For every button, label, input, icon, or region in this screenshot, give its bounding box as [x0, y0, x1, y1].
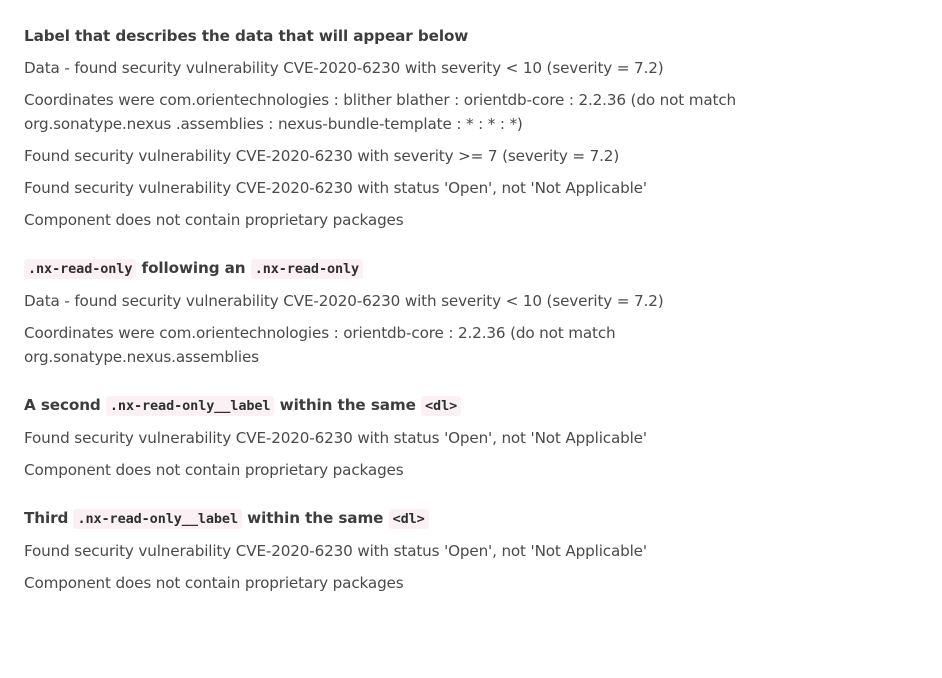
read-only-value: Data - found security vulnerability CVE-… [24, 292, 664, 310]
label-text: following an [136, 259, 251, 277]
read-only-group-3: A second .nx-read-only__label within the… [24, 393, 918, 482]
read-only-value: Coordinates were com.orientechnologies :… [24, 324, 616, 366]
read-only-value: Component does not contain proprietary p… [24, 574, 404, 592]
read-only-value: Found security vulnerability CVE-2020-62… [24, 147, 620, 165]
read-only-value: Found security vulnerability CVE-2020-62… [24, 179, 647, 197]
label-code: .nx-read-only [250, 259, 364, 279]
read-only-content: Label that describes the data that will … [0, 0, 942, 595]
read-only-label: .nx-read-only following an .nx-read-only [24, 256, 918, 281]
read-only-group-2: .nx-read-only following an .nx-read-only… [24, 256, 918, 369]
label-text: A second [24, 396, 106, 414]
label-code: .nx-read-only [24, 259, 137, 279]
label-text: Third [24, 509, 74, 527]
read-only-group-1: Label that describes the data that will … [24, 24, 918, 232]
label-code: <dl> [421, 396, 462, 416]
label-text: within the same [274, 396, 422, 414]
label-text: within the same [242, 509, 389, 527]
read-only-value: Component does not contain proprietary p… [24, 211, 404, 229]
label-code: .nx-read-only__label [105, 396, 275, 416]
read-only-value: Coordinates were com.orientechnologies :… [24, 91, 737, 133]
read-only-label: Label that describes the data that will … [24, 24, 918, 48]
label-code: <dl> [388, 509, 429, 529]
read-only-value: Found security vulnerability CVE-2020-62… [24, 429, 647, 447]
read-only-label: Third .nx-read-only__label within the sa… [24, 506, 918, 531]
label-code: .nx-read-only__label [73, 509, 242, 529]
read-only-value: Found security vulnerability CVE-2020-62… [24, 542, 647, 560]
read-only-group-4: Third .nx-read-only__label within the sa… [24, 506, 918, 595]
read-only-label: A second .nx-read-only__label within the… [24, 393, 918, 418]
read-only-value: Data - found security vulnerability CVE-… [24, 59, 664, 77]
label-text: Label that describes the data that will … [24, 27, 469, 45]
read-only-value: Component does not contain proprietary p… [24, 461, 404, 479]
